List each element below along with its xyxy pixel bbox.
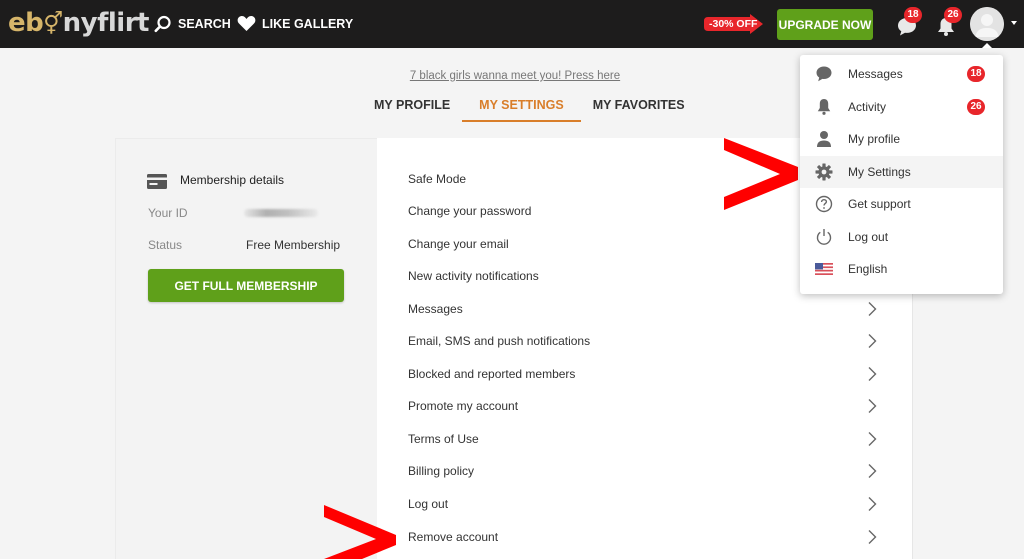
nav-like-gallery-label: LIKE GALLERY — [262, 16, 354, 31]
settings-item-label: Change your email — [408, 237, 509, 251]
settings-item-label: Promote my account — [408, 399, 519, 413]
search-icon — [154, 15, 171, 33]
membership-title: Membership details — [180, 173, 285, 187]
chevron-right-icon — [868, 464, 877, 478]
settings-item-email-sms-push[interactable]: Email, SMS and push notifications — [377, 325, 913, 357]
activity-count-badge: 26 — [944, 7, 962, 23]
chevron-right-icon — [868, 497, 877, 511]
dropdown-pointer — [982, 43, 992, 48]
discount-label: -30% OFF — [709, 18, 758, 30]
tab-my-settings[interactable]: MY SETTINGS — [462, 90, 581, 122]
annotation-arrow-settings-icon — [724, 138, 798, 210]
annotation-arrow-remove-account-icon — [324, 505, 396, 559]
settings-item-log-out[interactable]: Log out — [377, 488, 913, 520]
settings-item-billing-policy[interactable]: Billing policy — [377, 455, 913, 487]
us-flag-icon — [815, 263, 833, 275]
menu-item-label: Log out — [848, 230, 889, 244]
membership-panel: Membership details Your ID Status Free M… — [115, 138, 377, 559]
chevron-right-icon — [868, 399, 877, 413]
tab-my-favorites[interactable]: MY FAVORITES — [581, 90, 697, 122]
user-menu-caret-icon[interactable] — [1011, 21, 1017, 25]
chevron-right-icon — [868, 432, 877, 446]
user-menu-dropdown: Messages 18 Activity 26 My profile My Se… — [800, 55, 1003, 294]
your-id-label: Your ID — [148, 206, 188, 220]
nav-like-gallery-link[interactable]: LIKE GALLERY — [237, 15, 353, 32]
messages-count-badge: 18 — [967, 66, 985, 82]
profile-tabs: MY PROFILE MY SETTINGS MY FAVORITES — [362, 90, 697, 122]
settings-item-label: Change your password — [408, 204, 532, 218]
logo[interactable]: eb⚥nyflirt — [8, 7, 149, 41]
activity-count-badge: 26 — [967, 99, 985, 115]
gear-icon — [815, 163, 833, 181]
person-icon — [817, 131, 831, 147]
status-label: Status — [148, 238, 183, 252]
get-full-membership-button[interactable]: GET FULL MEMBERSHIP — [148, 269, 344, 302]
activity-button[interactable]: 26 — [934, 7, 962, 38]
menu-item-my-profile[interactable]: My profile — [800, 123, 1003, 155]
heart-icon — [237, 15, 256, 31]
chevron-right-icon — [868, 334, 877, 348]
menu-item-get-support[interactable]: Get support — [800, 188, 1003, 220]
nav-search-link[interactable]: SEARCH — [154, 15, 231, 33]
settings-item-label: Messages — [408, 302, 463, 316]
menu-item-label: Get support — [848, 197, 911, 211]
settings-item-label: Email, SMS and push notifications — [408, 334, 591, 348]
menu-item-label: My profile — [848, 132, 901, 146]
menu-item-my-settings[interactable]: My Settings — [800, 156, 1003, 188]
nav-search-label: SEARCH — [178, 17, 231, 31]
menu-item-label: Activity — [848, 100, 887, 114]
logo-part-gold: eb — [8, 8, 44, 38]
avatar-placeholder-icon — [970, 7, 1004, 41]
chevron-right-icon — [868, 367, 877, 381]
menu-item-messages[interactable]: Messages 18 — [800, 58, 1003, 90]
settings-item-messages[interactable]: Messages — [377, 293, 913, 325]
chevron-right-icon — [868, 302, 877, 316]
your-id-value-blurred — [244, 209, 318, 217]
settings-item-label: Billing policy — [408, 464, 475, 478]
power-icon — [816, 229, 832, 245]
gender-symbol-icon: ⚥ — [43, 12, 63, 37]
top-bar: eb⚥nyflirt SEARCH LIKE GALLERY -30% OFF … — [0, 0, 1024, 48]
user-avatar[interactable] — [970, 7, 1004, 41]
menu-item-log-out[interactable]: Log out — [800, 221, 1003, 253]
bell-icon — [817, 99, 831, 115]
credit-card-icon — [147, 174, 167, 189]
status-value: Free Membership — [246, 238, 341, 252]
settings-item-promote-account[interactable]: Promote my account — [377, 390, 913, 422]
menu-item-label: English — [848, 262, 888, 276]
settings-item-remove-account[interactable]: Remove account — [377, 521, 913, 553]
settings-item-blocked-members[interactable]: Blocked and reported members — [377, 358, 913, 390]
settings-item-label: Blocked and reported members — [408, 367, 576, 381]
settings-item-label: Terms of Use — [408, 432, 479, 446]
settings-item-label: Remove account — [408, 530, 499, 544]
tab-my-profile[interactable]: MY PROFILE — [362, 90, 462, 122]
upgrade-now-button[interactable]: UPGRADE NOW — [777, 9, 873, 40]
discount-badge: -30% OFF — [704, 14, 764, 34]
logo-part-silver: nyflirt — [62, 8, 150, 38]
chat-bubble-icon — [816, 66, 832, 82]
settings-item-terms-of-use[interactable]: Terms of Use — [377, 423, 913, 455]
menu-item-language-english[interactable]: English — [800, 253, 1003, 285]
settings-item-label: New activity notifications — [408, 269, 539, 283]
help-circle-icon — [815, 195, 833, 213]
chevron-right-icon — [868, 530, 877, 544]
settings-item-label: Log out — [408, 497, 449, 511]
settings-item-label: Safe Mode — [408, 172, 467, 186]
menu-item-label: Messages — [848, 67, 903, 81]
menu-item-activity[interactable]: Activity 26 — [800, 91, 1003, 123]
messages-count-badge: 18 — [904, 7, 922, 23]
messages-button[interactable]: 18 — [894, 7, 922, 38]
menu-item-label: My Settings — [848, 165, 911, 179]
